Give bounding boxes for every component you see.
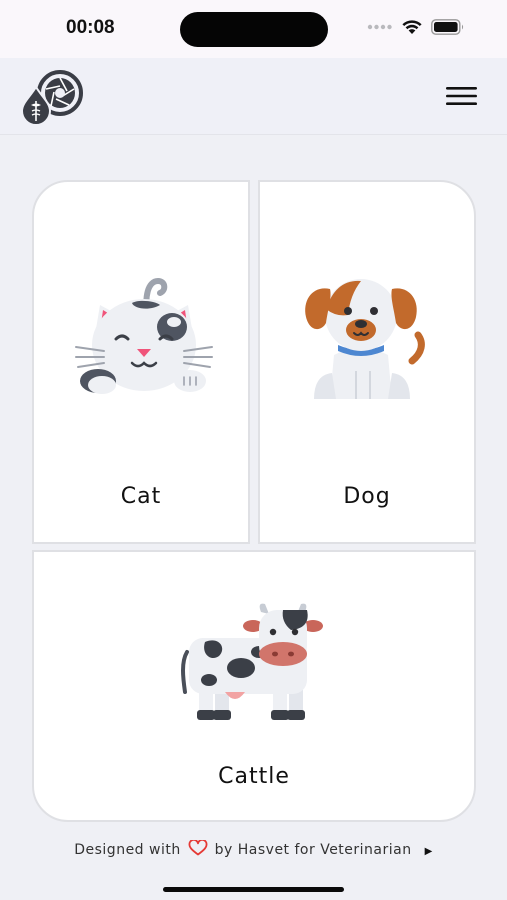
hasvet-logo[interactable]	[18, 69, 90, 125]
status-icons	[367, 19, 465, 35]
status-time: 00:08	[66, 17, 115, 38]
battery-icon	[431, 19, 464, 35]
category-label-cattle: Cattle	[218, 764, 290, 789]
home-indicator[interactable]	[163, 887, 344, 892]
category-card-cat[interactable]: Cat	[32, 180, 250, 544]
cow-icon	[181, 603, 323, 720]
dynamic-island	[180, 12, 328, 47]
heart-icon	[188, 838, 208, 856]
wifi-icon	[402, 20, 422, 34]
status-bar: 00:08	[0, 0, 507, 58]
app-header	[0, 58, 507, 135]
caret-right-icon[interactable]: ▶	[425, 846, 433, 857]
category-card-cattle[interactable]: Cattle	[32, 550, 476, 822]
hamburger-menu-icon[interactable]	[443, 84, 479, 108]
cellular-dots-icon	[367, 24, 392, 30]
footer-suffix: by Hasvet for Veterinarian	[214, 842, 412, 858]
dog-icon	[305, 279, 425, 399]
category-card-dog[interactable]: Dog	[258, 180, 476, 544]
category-label-dog: Dog	[343, 484, 391, 509]
footer-credit[interactable]: Designed with by Hasvet for Veterinarian…	[0, 838, 507, 858]
cat-icon	[75, 277, 213, 394]
category-label-cat: Cat	[120, 484, 162, 509]
footer-prefix: Designed with	[74, 842, 181, 858]
